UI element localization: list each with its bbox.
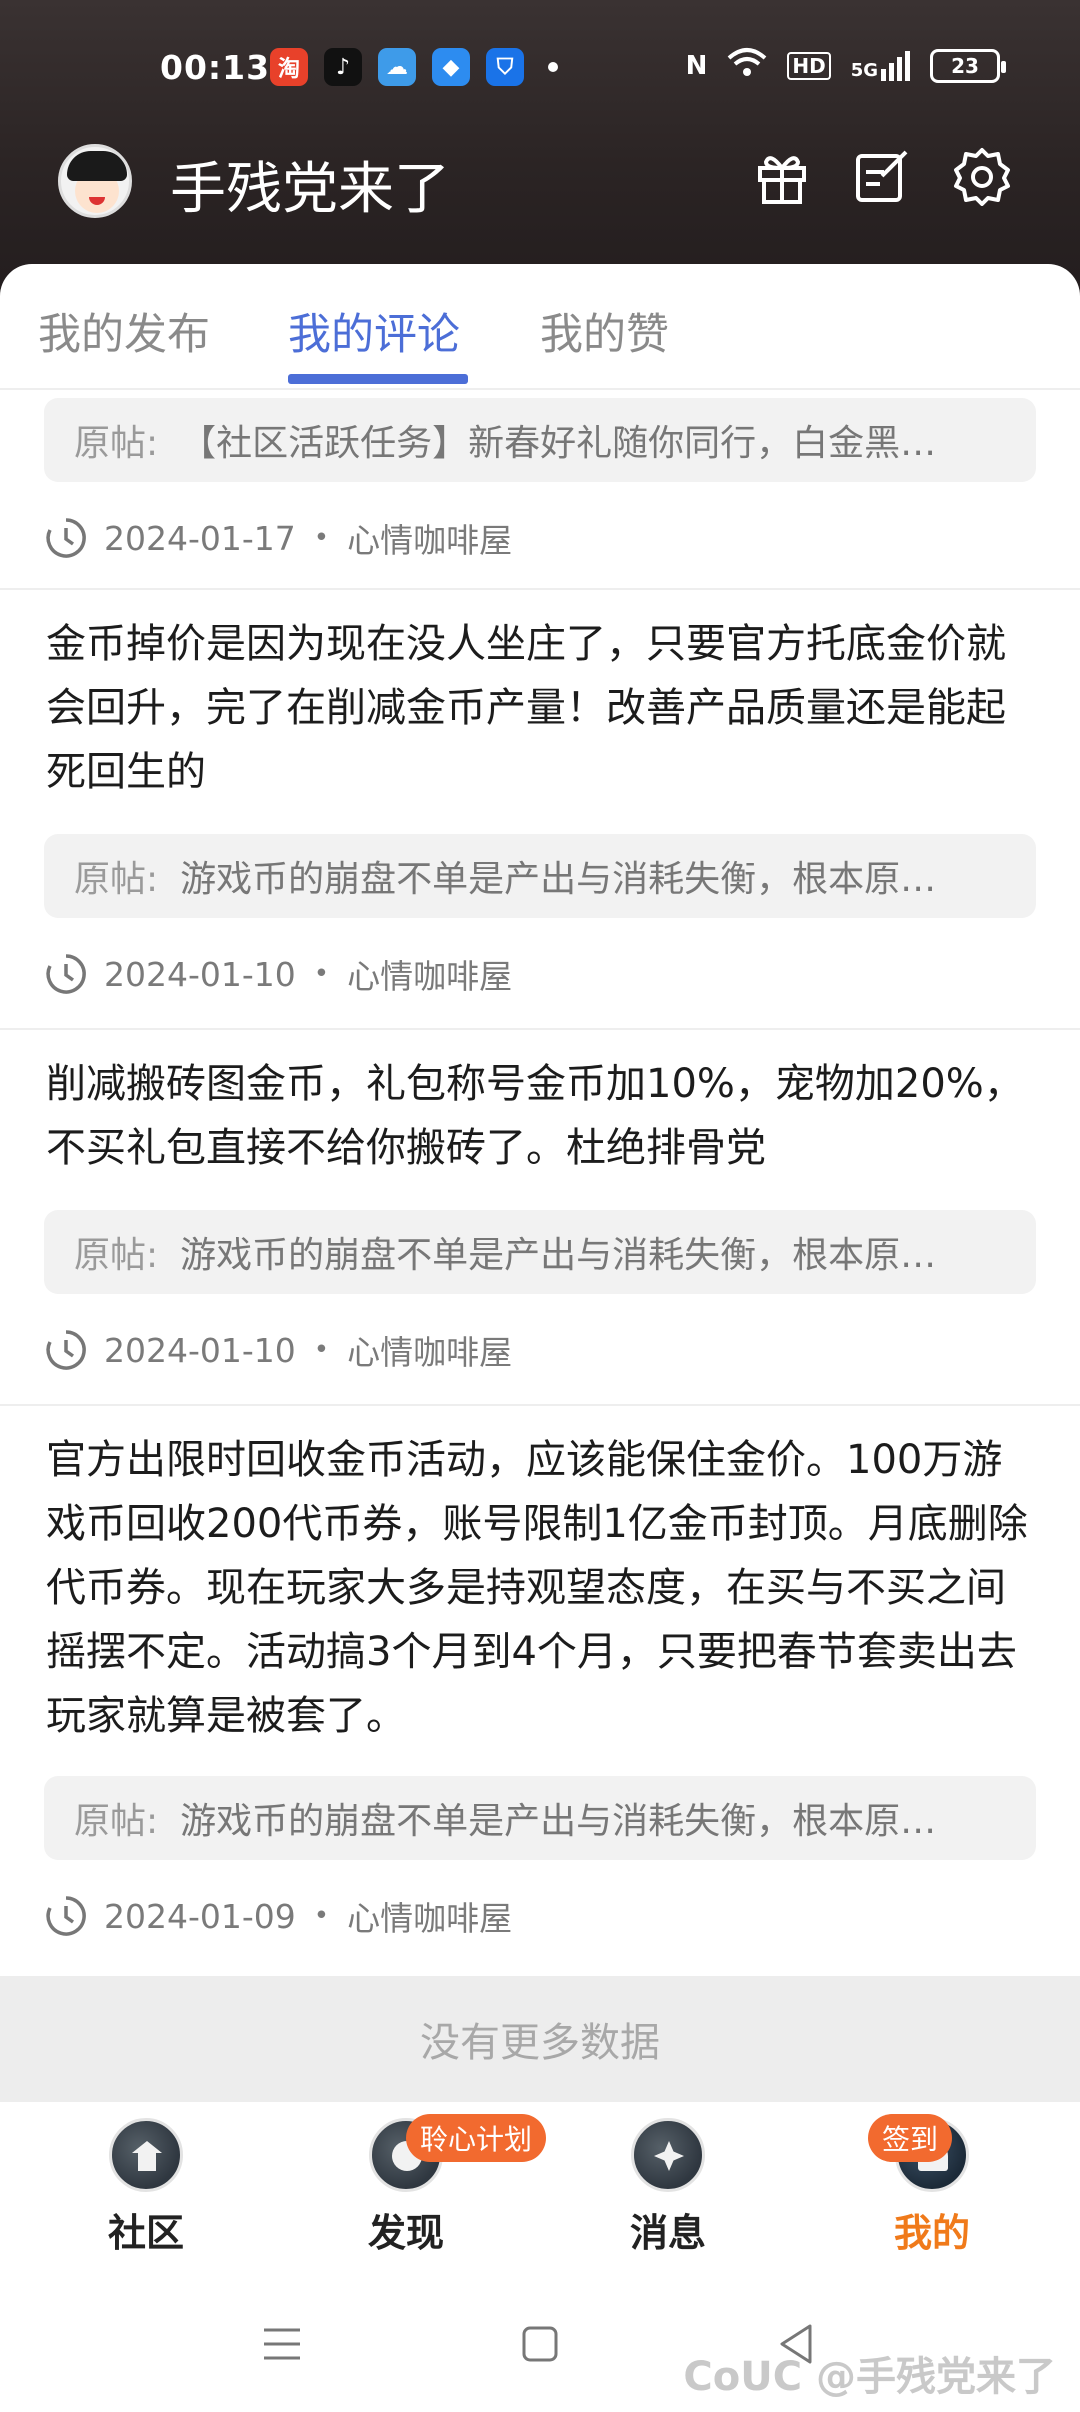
active-tab-indicator xyxy=(288,374,468,384)
nfc-icon: N xyxy=(685,50,708,81)
gift-icon[interactable] xyxy=(752,146,812,206)
tab-my-posts[interactable]: 我的发布 xyxy=(38,300,210,362)
status-time: 00:13 xyxy=(160,48,271,87)
comment-meta: 2024-01-10 • 心情咖啡屋 xyxy=(44,1326,512,1374)
comment-meta: 2024-01-09 • 心情咖啡屋 xyxy=(44,1892,512,1940)
weather-icon: ☁ xyxy=(378,48,416,86)
more-notifications-icon xyxy=(548,62,558,72)
original-post-label: 原帖: xyxy=(74,423,159,464)
nav-me[interactable]: 我的 签到 xyxy=(852,2114,1012,2257)
nav-messages[interactable]: 消息 xyxy=(588,2118,748,2257)
community-icon xyxy=(109,2118,183,2192)
original-post-title: 游戏币的崩盘不单是产出与消耗失衡，根本原… xyxy=(180,1801,937,1842)
clock-icon xyxy=(46,518,86,558)
clock-icon xyxy=(46,954,86,994)
signal-icon: 5G xyxy=(850,50,910,81)
discover-badge: 聆心计划 xyxy=(406,2114,547,2162)
profile-header: 手残党来了 xyxy=(0,140,1080,222)
comment-date: 2024-01-09 xyxy=(104,1896,296,1936)
original-post-title: 游戏币的崩盘不单是产出与消耗失衡，根本原… xyxy=(180,1235,937,1276)
nav-label: 发现 xyxy=(367,2211,444,2255)
original-post-link[interactable]: 原帖: 游戏币的崩盘不单是产出与消耗失衡，根本原… xyxy=(44,1776,1036,1860)
comment-card[interactable]: 原帖: 【社区活跃任务】新春好礼随你同行，白金黑… 2024-01-17 • 心… xyxy=(0,390,1080,590)
battery-icon: 23 xyxy=(930,48,1006,83)
nav-label: 我的 xyxy=(893,2211,970,2255)
original-post-label: 原帖: xyxy=(74,859,159,900)
comment-date: 2024-01-10 xyxy=(104,954,296,994)
nav-discover[interactable]: 发现 聆心计划 xyxy=(326,2114,547,2257)
comment-text: 削减搬砖图金币，礼包称号金币加10%，宠物加20%，不买礼包直接不给你搬砖了。杜… xyxy=(46,1061,1024,1171)
original-post-label: 原帖: xyxy=(74,1235,159,1276)
battery-level: 23 xyxy=(951,53,979,78)
comment-card[interactable]: 削减搬砖图金币，礼包称号金币加10%，宠物加20%，不买礼包直接不给你搬砖了。杜… xyxy=(0,1030,1080,1406)
avatar[interactable] xyxy=(58,144,132,218)
nav-label: 消息 xyxy=(629,2211,706,2255)
no-more-data: 没有更多数据 xyxy=(0,1976,1080,2102)
tiktok-icon: ♪ xyxy=(324,48,362,86)
original-post-link[interactable]: 原帖: 游戏币的崩盘不单是产出与消耗失衡，根本原… xyxy=(44,1210,1036,1294)
notification-icons: 淘 ♪ ☁ ◆ ⛉ xyxy=(270,48,558,86)
tab-my-likes[interactable]: 我的赞 xyxy=(540,300,669,362)
status-bar: 00:13 淘 ♪ ☁ ◆ ⛉ N HD 5G 23 xyxy=(0,40,1080,100)
original-post-title: 【社区活跃任务】新春好礼随你同行，白金黑… xyxy=(180,423,937,464)
comment-date: 2024-01-10 xyxy=(104,1330,296,1370)
settings-gear-icon[interactable] xyxy=(952,146,1012,206)
original-post-title: 游戏币的崩盘不单是产出与消耗失衡，根本原… xyxy=(180,859,937,900)
nav-community[interactable]: 社区 xyxy=(66,2118,226,2257)
wifi-icon xyxy=(727,46,767,85)
clock-icon xyxy=(46,1330,86,1370)
clock-icon xyxy=(46,1896,86,1936)
nav-label: 社区 xyxy=(107,2211,184,2255)
comment-date: 2024-01-17 xyxy=(104,518,296,558)
menu-icon[interactable] xyxy=(262,2326,302,2362)
hd-icon: HD xyxy=(787,51,831,80)
comment-meta: 2024-01-17 • 心情咖啡屋 xyxy=(44,514,512,562)
comment-board[interactable]: 心情咖啡屋 xyxy=(347,1892,512,1940)
system-navigation-bar: CoUC @手残党来了 xyxy=(0,2282,1080,2412)
browser-icon: ◆ xyxy=(432,48,470,86)
original-post-link[interactable]: 原帖: 【社区活跃任务】新春好礼随你同行，白金黑… xyxy=(44,398,1036,482)
comment-text: 官方出限时回收金币活动，应该能保住金价。100万游戏币回收200代币券，账号限制… xyxy=(46,1437,1028,1739)
system-icons: N HD 5G 23 xyxy=(685,46,1006,85)
original-post-link[interactable]: 原帖: 游戏币的崩盘不单是产出与消耗失衡，根本原… xyxy=(44,834,1036,918)
tab-bar: 我的发布 我的评论 我的赞 xyxy=(0,264,1080,390)
username: 手残党来了 xyxy=(170,157,450,222)
home-icon[interactable] xyxy=(520,2324,560,2364)
comment-board[interactable]: 心情咖啡屋 xyxy=(347,950,512,998)
security-icon: ⛉ xyxy=(486,48,524,86)
tab-my-comments[interactable]: 我的评论 xyxy=(288,300,460,362)
checkin-badge[interactable]: 签到 xyxy=(868,2114,953,2162)
edit-icon[interactable] xyxy=(852,146,912,206)
comment-board[interactable]: 心情咖啡屋 xyxy=(347,1326,512,1374)
network-type: 5G xyxy=(850,59,878,81)
original-post-label: 原帖: xyxy=(74,1801,159,1842)
comment-board[interactable]: 心情咖啡屋 xyxy=(347,514,512,562)
watermark: CoUC @手残党来了 xyxy=(683,2354,1056,2400)
comment-card[interactable]: 官方出限时回收金币活动，应该能保住金价。100万游戏币回收200代币券，账号限制… xyxy=(0,1406,1080,1976)
comment-text: 金币掉价是因为现在没人坐庄了，只要官方托底金价就会回升，完了在削减金币产量！改善… xyxy=(46,621,1006,795)
taobao-icon: 淘 xyxy=(270,48,308,86)
messages-icon xyxy=(631,2118,705,2192)
comment-meta: 2024-01-10 • 心情咖啡屋 xyxy=(44,950,512,998)
comment-card[interactable]: 金币掉价是因为现在没人坐庄了，只要官方托底金价就会回升，完了在削减金币产量！改善… xyxy=(0,590,1080,1030)
bottom-nav: 社区 发现 聆心计划 消息 我的 签到 xyxy=(0,2102,1080,2282)
